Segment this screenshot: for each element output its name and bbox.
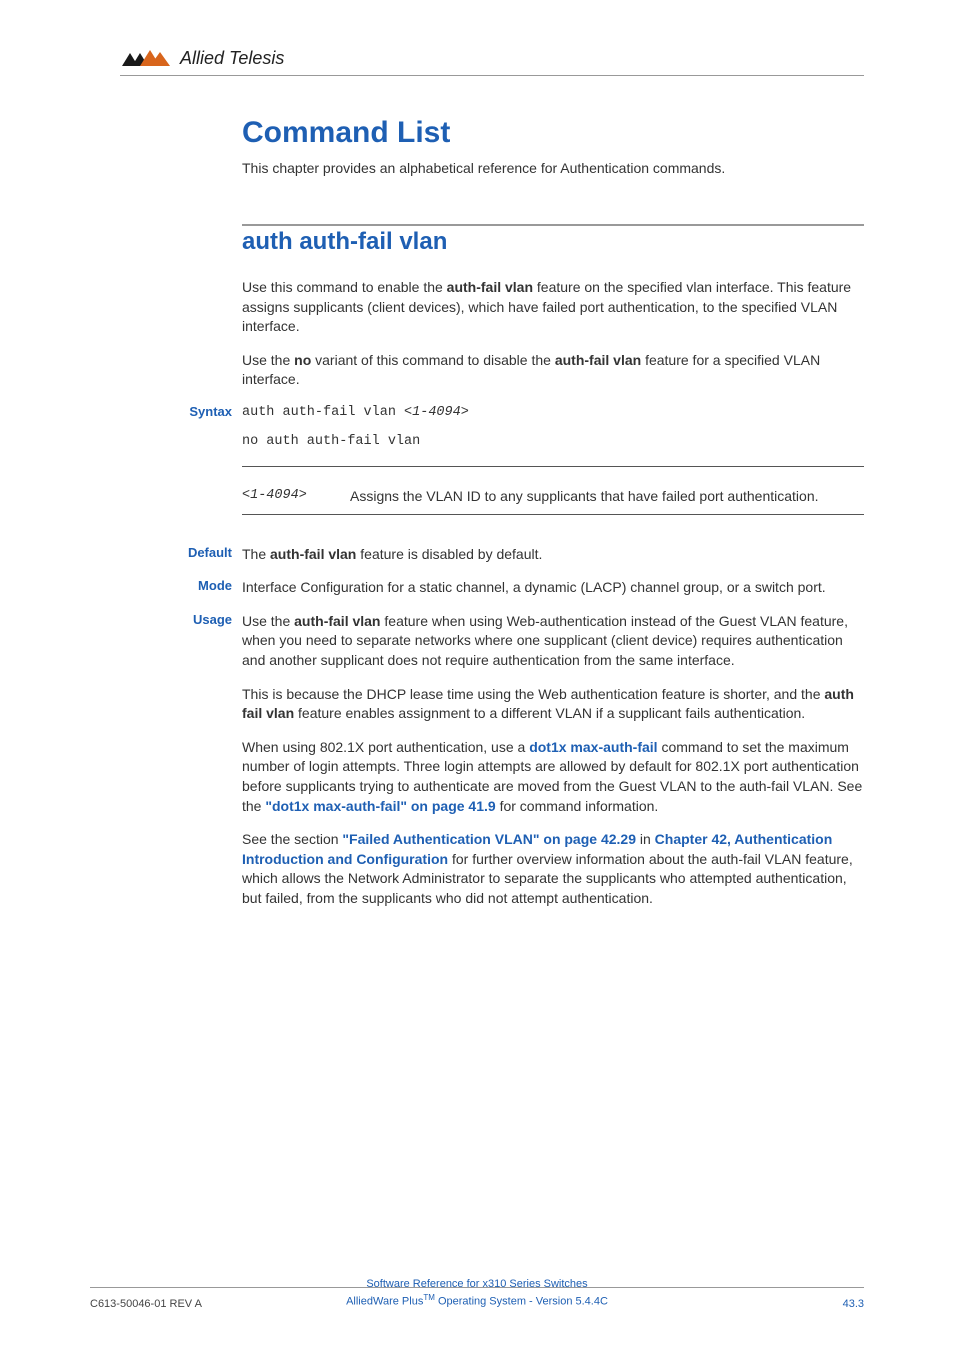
link-dot1x-cmd[interactable]: dot1x max-auth-fail <box>529 739 657 755</box>
mode-label: Mode <box>170 578 232 593</box>
usage-para-2: This is because the DHCP lease time usin… <box>242 685 864 724</box>
brand-logo <box>120 50 172 68</box>
default-text: The auth-fail vlan feature is disabled b… <box>242 545 864 565</box>
command-description-2: Use the no variant of this command to di… <box>242 351 864 390</box>
usage-para-1: Use the auth-fail vlan feature when usin… <box>242 612 864 671</box>
link-failed-auth-vlan[interactable]: "Failed Authentication VLAN" on page 42.… <box>342 831 636 847</box>
brand-name: Allied Telesis <box>180 48 284 69</box>
param-key: <1-4094> <box>242 487 332 506</box>
brand-header: Allied Telesis <box>90 48 864 69</box>
usage-para-4: See the section "Failed Authentication V… <box>242 830 864 908</box>
usage-block: Usage Use the auth-fail vlan feature whe… <box>242 612 864 909</box>
syntax-line-1: auth auth-fail vlan <1-4094> <box>242 404 864 423</box>
footer-docid: C613-50046-01 REV A <box>90 1298 202 1310</box>
footer-pagenum: 43.3 <box>843 1298 864 1310</box>
usage-para-3: When using 802.1X port authentication, u… <box>242 738 864 816</box>
page-footer: C613-50046-01 REV A Software Reference f… <box>90 1287 864 1310</box>
param-bottom-rule <box>242 514 864 515</box>
link-dot1x-ref[interactable]: "dot1x max-auth-fail" on page 41.9 <box>265 798 495 814</box>
syntax-label: Syntax <box>170 404 232 419</box>
default-label: Default <box>170 545 232 560</box>
footer-line2: AlliedWare PlusTM Operating System - Ver… <box>346 1292 608 1310</box>
footer-center: Software Reference for x310 Series Switc… <box>346 1277 608 1310</box>
header-divider <box>120 75 864 76</box>
section-intro: This chapter provides an alphabetical re… <box>242 160 864 176</box>
footer-line1: Software Reference for x310 Series Switc… <box>346 1277 608 1292</box>
command-title: auth auth-fail vlan <box>242 228 864 256</box>
syntax-block: Syntax auth auth-fail vlan <1-4094> no a… <box>242 404 864 452</box>
param-row: <1-4094> Assigns the VLAN ID to any supp… <box>242 485 864 508</box>
param-description: Assigns the VLAN ID to any supplicants t… <box>350 487 819 506</box>
default-block: Default The auth-fail vlan feature is di… <box>242 545 864 565</box>
parameter-table: <1-4094> Assigns the VLAN ID to any supp… <box>242 466 864 515</box>
command-divider <box>242 224 864 226</box>
mode-text: Interface Configuration for a static cha… <box>242 578 864 598</box>
section-title: Command List <box>242 116 864 150</box>
command-description-1: Use this command to enable the auth-fail… <box>242 278 864 337</box>
param-top-rule <box>242 466 864 467</box>
mode-block: Mode Interface Configuration for a stati… <box>242 578 864 598</box>
syntax-line-2: no auth auth-fail vlan <box>242 433 864 452</box>
usage-label: Usage <box>170 612 232 627</box>
